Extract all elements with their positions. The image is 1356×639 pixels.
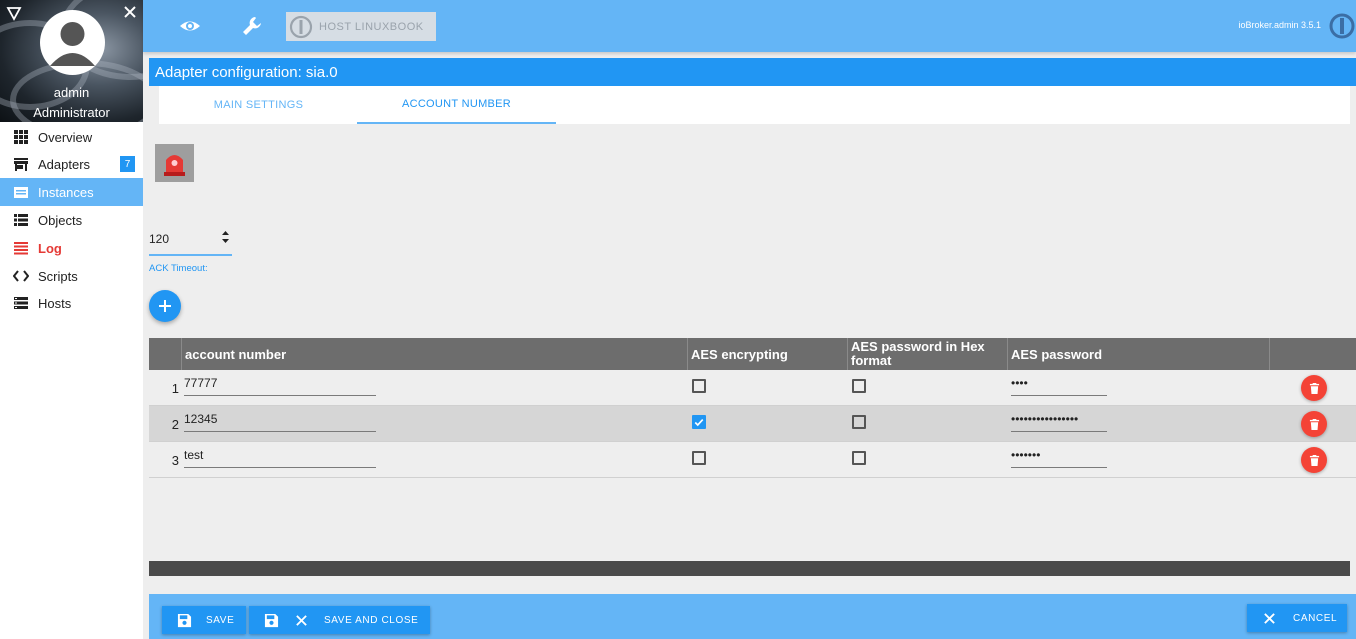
column-header-aes-hex: AES password in Hex format (851, 339, 985, 368)
close-icon (1261, 610, 1277, 626)
sidebar-header: admin Administrator (0, 0, 143, 122)
save-icon (176, 612, 192, 628)
aes-password-input[interactable]: •••• (1011, 370, 1107, 396)
sidebar-item-label: Hosts (38, 295, 72, 311)
column-header-account-number: account number (185, 346, 287, 362)
table-row: 3 test ••••••• (149, 442, 1356, 478)
table-row: 1 77777 •••• (149, 370, 1356, 406)
column-header-aes-password: AES password (1011, 346, 1103, 362)
plus-icon (159, 300, 171, 312)
user-name: admin (53, 85, 90, 100)
adapters-count-badge: 7 (120, 156, 135, 172)
delete-row-button[interactable] (1301, 411, 1327, 437)
check-icon (694, 418, 704, 426)
sidebar-item-label: Log (38, 240, 62, 256)
sidebar-item-hosts[interactable]: Hosts (0, 289, 143, 317)
row-number: 1 (171, 380, 179, 396)
close-icon[interactable] (123, 5, 137, 19)
sidebar-item-label: Adapters (38, 156, 91, 172)
save-label: SAVE (206, 614, 235, 626)
tab-bar: MAIN SETTINGS ACCOUNT NUMBER (159, 86, 1350, 124)
log-icon (13, 240, 29, 256)
host-label: HOST LINUXBOOK (319, 20, 424, 33)
trash-icon (1309, 454, 1319, 466)
row-number: 3 (171, 452, 179, 468)
account-number-input[interactable]: 12345 (184, 406, 376, 432)
code-icon (13, 268, 29, 284)
store-icon (13, 156, 29, 172)
ack-timeout-input[interactable]: 120 (149, 224, 232, 256)
account-number-input[interactable]: 77777 (184, 370, 376, 396)
avatar (40, 10, 105, 75)
sidebar-item-instances[interactable]: Instances (0, 178, 143, 206)
iobroker-logo-icon (289, 15, 313, 38)
delete-row-button[interactable] (1301, 375, 1327, 401)
aes-password-input[interactable]: ••••••• (1011, 442, 1107, 468)
aes-encrypting-checkbox[interactable] (692, 451, 706, 465)
instances-icon (13, 184, 29, 200)
sidebar-item-label: Objects (38, 212, 83, 228)
aes-password-input[interactable]: •••••••••••••••• (1011, 406, 1107, 432)
aes-encrypting-checkbox[interactable] (692, 415, 706, 429)
sidebar-item-scripts[interactable]: Scripts (0, 262, 143, 290)
cancel-label: CANCEL (1293, 612, 1338, 624)
number-spinner-icon[interactable] (221, 230, 230, 244)
trash-icon (1309, 382, 1319, 394)
sidebar-item-overview[interactable]: Overview (0, 123, 143, 151)
iobroker-logo-icon (1329, 13, 1355, 39)
column-header-aes-encrypting: AES encrypting (691, 346, 788, 362)
apps-grid-icon (13, 129, 29, 145)
aes-hex-checkbox[interactable] (852, 379, 866, 393)
add-row-button[interactable] (149, 290, 181, 322)
sidebar: admin Administrator Overview Adapters 7 … (0, 0, 143, 639)
save-and-close-label: SAVE AND CLOSE (324, 614, 419, 626)
aes-encrypting-checkbox[interactable] (692, 379, 706, 393)
wrench-icon[interactable] (241, 15, 263, 37)
sidebar-item-label: Overview (38, 129, 93, 145)
trash-icon (1309, 418, 1319, 430)
top-bar: HOST LINUXBOOK ioBroker.admin 3.5.1 (143, 0, 1356, 52)
sia-adapter-icon (155, 144, 194, 182)
version-label: ioBroker.admin 3.5.1 (1238, 20, 1321, 30)
menu-triangle-icon[interactable] (6, 5, 22, 21)
sidebar-item-objects[interactable]: Objects (0, 206, 143, 234)
aes-hex-checkbox[interactable] (852, 451, 866, 465)
table-header: account number AES encrypting AES passwo… (149, 338, 1356, 370)
sidebar-item-label: Scripts (38, 268, 78, 284)
ack-timeout-value: 120 (149, 232, 170, 246)
save-button[interactable]: SAVE (162, 606, 246, 634)
save-and-close-button[interactable]: SAVE AND CLOSE (249, 606, 430, 634)
ack-timeout-label: ACK Timeout: (149, 263, 208, 274)
horizontal-scrollbar[interactable] (149, 561, 1350, 576)
tab-account-number[interactable]: ACCOUNT NUMBER (357, 86, 556, 124)
bottom-action-bar: SAVE SAVE AND CLOSE CANCEL (149, 594, 1356, 639)
sidebar-item-log[interactable]: Log (0, 234, 143, 262)
storage-icon (13, 295, 29, 311)
tab-main-settings[interactable]: MAIN SETTINGS (159, 86, 358, 124)
sidebar-item-adapters[interactable]: Adapters 7 (0, 150, 143, 178)
close-icon (293, 612, 309, 628)
dialog-title: Adapter configuration: sia.0 (149, 58, 1356, 86)
sidebar-item-label: Instances (38, 184, 94, 200)
list-icon (13, 212, 29, 228)
row-number: 2 (171, 416, 179, 432)
delete-row-button[interactable] (1301, 447, 1327, 473)
host-selector[interactable]: HOST LINUXBOOK (286, 12, 436, 41)
aes-hex-checkbox[interactable] (852, 415, 866, 429)
save-icon (263, 612, 279, 628)
eye-icon[interactable] (179, 15, 201, 37)
user-role: Administrator (33, 105, 110, 120)
table-row: 2 12345 •••••••••••••••• (149, 406, 1356, 442)
cancel-button[interactable]: CANCEL (1247, 604, 1347, 632)
account-number-input[interactable]: test (184, 442, 376, 468)
